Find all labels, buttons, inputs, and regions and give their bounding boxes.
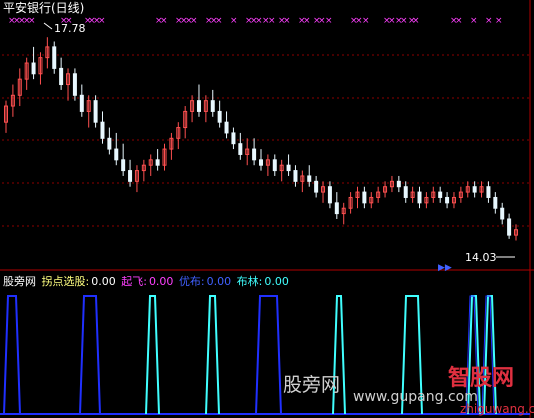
candle-body [114, 148, 119, 161]
price-annotations: 17.78 14.03 ▶▶ [43, 22, 515, 273]
ind-label-3: 优布: [178, 275, 205, 288]
chart-title: 平安银行(日线) [3, 1, 85, 15]
candle-body [128, 170, 133, 182]
candle-body [307, 175, 312, 182]
ind-value-3: 0.00 [206, 275, 232, 288]
candles [4, 37, 518, 241]
candle-body [286, 164, 291, 172]
candle-body [500, 207, 505, 220]
watermark-brand-url: zhiguwang.com [460, 402, 534, 416]
indicator-bar: 股旁网 拐点选股: 0.00 起飞: 0.00 优布: 0.00 布林: 0.00 [3, 275, 291, 289]
candle-body [507, 218, 512, 236]
ind-value-2: 0.00 [148, 275, 174, 288]
candle-body [362, 191, 367, 204]
candle-body [493, 196, 498, 209]
marker-x: × [303, 16, 311, 26]
indicator-pulse [255, 295, 282, 415]
indicator-pulse [79, 295, 101, 415]
candle-body [224, 121, 229, 134]
candle-body [121, 159, 126, 172]
ind-value-1: 0.00 [91, 275, 116, 288]
candle-body [417, 191, 422, 204]
candle-body [327, 186, 332, 204]
marker-x: × [400, 16, 408, 26]
indicator-source: 股旁网 [3, 275, 36, 288]
candle-body [272, 159, 277, 172]
marker-x: × [470, 16, 478, 26]
candle-body [93, 100, 98, 123]
watermark-brand: 智股网 [448, 366, 515, 391]
candle-body [445, 196, 450, 204]
candle-body [472, 186, 477, 193]
ind-value-4: 0.00 [264, 275, 289, 288]
marker-x: × [325, 16, 333, 26]
candle-body [31, 62, 36, 75]
marker-x: × [495, 16, 503, 26]
marker-x: × [98, 16, 106, 26]
candle-body [231, 132, 236, 145]
marker-x: × [412, 16, 420, 26]
marker-x: × [190, 16, 198, 26]
low-price-label: 14.03 [465, 251, 497, 264]
candle-body [438, 191, 443, 198]
ind-label-4: 布林: [236, 275, 263, 288]
marker-x: × [283, 16, 291, 26]
candle-body [210, 100, 215, 112]
watermark-text: 股旁网 [283, 374, 341, 396]
candle-body [155, 159, 160, 166]
candle-body [259, 159, 263, 166]
candle-body [72, 73, 77, 96]
marker-x: × [160, 16, 168, 26]
marker-x: × [230, 16, 238, 26]
marker-x: × [362, 16, 370, 26]
gridlines [0, 0, 534, 418]
chart-canvas: ××××× ×× ×××× ×× ×××× ××× × ××× ×× ×× ×× ×× × ×× × ×× ××… [0, 0, 534, 418]
candle-body [486, 186, 491, 198]
indicator-pulse [145, 295, 160, 415]
indicator-pulse [205, 295, 220, 415]
candle-body [79, 94, 84, 112]
marker-x: × [28, 16, 36, 26]
ind-label-1: 拐点选股: [41, 275, 90, 288]
candle-body [52, 46, 57, 69]
ind-label-2: 起飞: [121, 275, 147, 288]
candle-body [196, 100, 201, 112]
high-pointer [43, 22, 53, 30]
marker-x: × [215, 16, 223, 26]
candle-body [252, 148, 257, 161]
candle-body [107, 137, 112, 150]
candle-body [396, 180, 401, 188]
candle-body [403, 186, 408, 198]
candle-body [334, 202, 339, 215]
indicator-pulse [332, 295, 346, 415]
candle-body [59, 67, 64, 86]
indicator-pulse [3, 295, 21, 415]
candle-body [100, 121, 105, 139]
high-price-label: 17.78 [54, 22, 86, 35]
candle-body [314, 180, 319, 193]
marker-x: × [455, 16, 463, 26]
candle-body [217, 110, 222, 123]
marker-x: × [485, 16, 493, 26]
marker-x: × [268, 16, 276, 26]
scroll-arrow: ▶▶ [438, 263, 452, 273]
candle-body [293, 170, 298, 182]
candle-body [238, 143, 243, 155]
